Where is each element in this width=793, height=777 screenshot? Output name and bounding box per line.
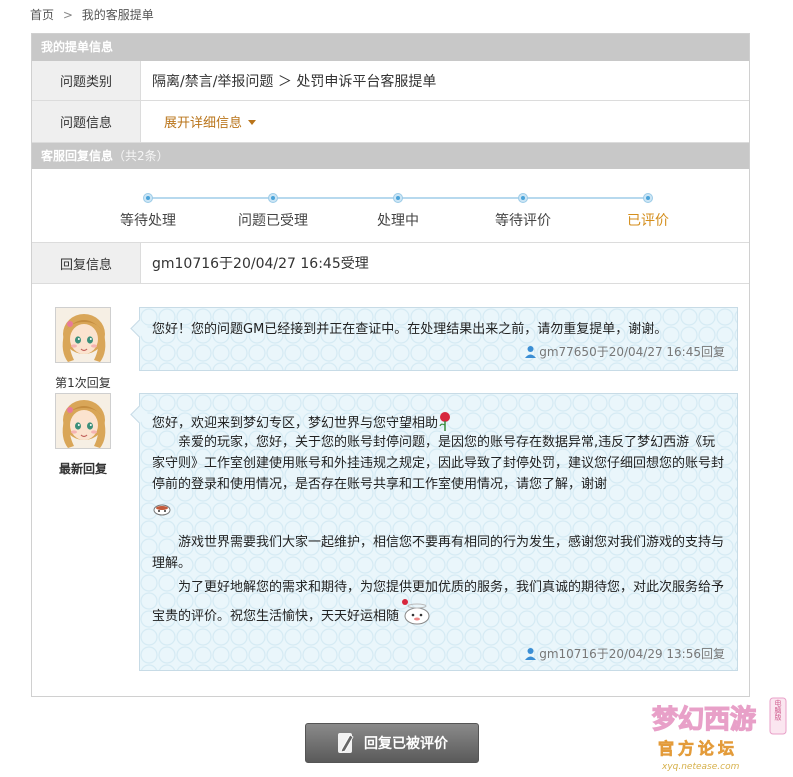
reply-2-avatar-label: 最新回复 — [58, 462, 107, 476]
progress-step-dot — [393, 193, 403, 203]
avatar — [55, 307, 111, 363]
reply-count: （共2条） — [113, 149, 169, 163]
breadcrumb-current: 我的客服提单 — [81, 8, 154, 22]
logo-text: 梦幻西游 — [652, 705, 756, 735]
progress-step-dot — [518, 193, 528, 203]
progress-step-dot — [268, 193, 278, 203]
reply-1-avatar-label: 第1次回复 — [55, 376, 111, 390]
reply-1-text: 您好！您的问题GM已经接到并正在查证中。在处理结果出来之前，请勿重复提单，谢谢。 — [152, 322, 668, 337]
reply-2-para-2: 亲爱的玩家，您好，关于您的账号封停问题，是因您的账号存在数据异常,违反了梦幻西游… — [152, 432, 727, 521]
caret-down-icon — [248, 119, 257, 125]
category-row: 问题类别 隔离/禁言/举报问题 ＞ 处罚申诉平台客服提单 — [32, 61, 749, 101]
reply-2-bubble: 您好，欢迎来到梦幻专区，梦幻世界与您守望相助 亲爱的玩家，您好，关于您的账号封停… — [139, 393, 738, 671]
reply-list: 第1次回复 您好！您的问题GM已经接到并正在查证中。在处理结果出来之前，请勿重复… — [32, 284, 749, 696]
avatar — [55, 393, 111, 449]
cute-emoticon-icon — [402, 599, 430, 625]
gm-avatar-icon — [56, 308, 110, 362]
pen-icon — [338, 733, 354, 753]
reply-2-para-4-text: 为了更好地解您的需求和期待，为您提供更加优质的服务，我们真诚的期待您，对此次服务… — [152, 580, 725, 624]
progress-step-label: 问题已受理 — [238, 213, 308, 229]
logo-url-text: xyq.netease.com — [661, 762, 740, 772]
person-icon — [525, 346, 537, 358]
reply-2-para-3: 游戏世界需要我们大家一起维护，相信您不要再有相同的行为发生，感谢您对我们游戏的支… — [152, 535, 725, 571]
person-icon — [525, 648, 537, 660]
ticket-panel: 我的提单信息 问题类别 隔离/禁言/举报问题 ＞ 处罚申诉平台客服提单 问题信息… — [31, 33, 750, 697]
expand-details-text: 展开详细信息 — [164, 116, 243, 131]
category-value: 隔离/禁言/举报问题 ＞ 处罚申诉平台客服提单 — [152, 73, 437, 90]
logo-slogan-text: 官方论坛 — [658, 739, 738, 758]
category-label: 问题类别 — [32, 61, 141, 100]
rose-icon — [439, 412, 451, 431]
game-logo-watermark: 梦幻西游 电脑版 官方论坛 xyq.netease.com — [651, 697, 787, 772]
ticket-info-title: 我的提单信息 — [41, 40, 114, 54]
progress-step-dot — [143, 193, 153, 203]
progress-step-dot — [643, 193, 653, 203]
reply-2-signature: gm10716于20/04/29 13:56回复 — [524, 645, 725, 662]
status-progress: 等待处理 问题已受理 处理中 等待评价 已评价 — [32, 178, 749, 243]
progress-step-label: 已评价 — [627, 213, 669, 229]
info-label: 问题信息 — [32, 101, 141, 142]
reply-2-signature-text: gm10716于20/04/29 13:56回复 — [539, 647, 725, 661]
reply-2-para-2-text: 亲爱的玩家，您好，关于您的账号封停问题，是因您的账号存在数据异常,违反了梦幻西游… — [152, 435, 725, 492]
expand-details-link[interactable]: 展开详细信息 — [164, 112, 257, 131]
breadcrumb-separator: > — [62, 8, 73, 22]
reply-info-value: gm10716于20/04/27 16:45受理 — [152, 256, 369, 272]
reply-info-title: 客服回复信息 — [41, 149, 114, 163]
rated-status-button[interactable]: 回复已被评价 — [305, 723, 479, 763]
reply-1-bubble: 您好！您的问题GM已经接到并正在查证中。在处理结果出来之前，请勿重复提单，谢谢。… — [139, 307, 738, 371]
breadcrumb: 首页 > 我的客服提单 — [30, 6, 154, 23]
gm-avatar-icon — [56, 394, 110, 448]
progress-step-label: 等待处理 — [120, 213, 176, 229]
bowl-emoticon-line — [152, 495, 727, 521]
reply-info-label: 回复信息 — [32, 243, 141, 283]
progress-step-label: 处理中 — [377, 213, 419, 229]
reply-info-header: 客服回复信息（共2条） — [32, 143, 749, 169]
info-row: 问题信息 展开详细信息 — [32, 101, 749, 143]
logo-edition-text: 电脑版 — [774, 699, 782, 722]
reply-2-para-1-text: 您好，欢迎来到梦幻专区，梦幻世界与您守望相助 — [152, 416, 439, 431]
rated-status-button-label: 回复已被评价 — [364, 736, 448, 752]
reply-1-signature: gm77650于20/04/27 16:45回复 — [524, 343, 725, 360]
breadcrumb-home-link[interactable]: 首页 — [30, 8, 54, 22]
ticket-info-header: 我的提单信息 — [32, 34, 749, 61]
reply-1-signature-text: gm77650于20/04/27 16:45回复 — [539, 345, 725, 359]
progress-step-label: 等待评价 — [495, 213, 551, 229]
reply-info-row: 回复信息 gm10716于20/04/27 16:45受理 — [32, 243, 749, 284]
info-value: 展开详细信息 — [152, 101, 257, 142]
reply-2-para-1: 您好，欢迎来到梦幻专区，梦幻世界与您守望相助 — [152, 411, 727, 434]
reply-2-para-4: 为了更好地解您的需求和期待，为您提供更加优质的服务，我们真诚的期待您，对此次服务… — [152, 577, 727, 627]
bowl-emoticon-icon — [153, 504, 171, 516]
